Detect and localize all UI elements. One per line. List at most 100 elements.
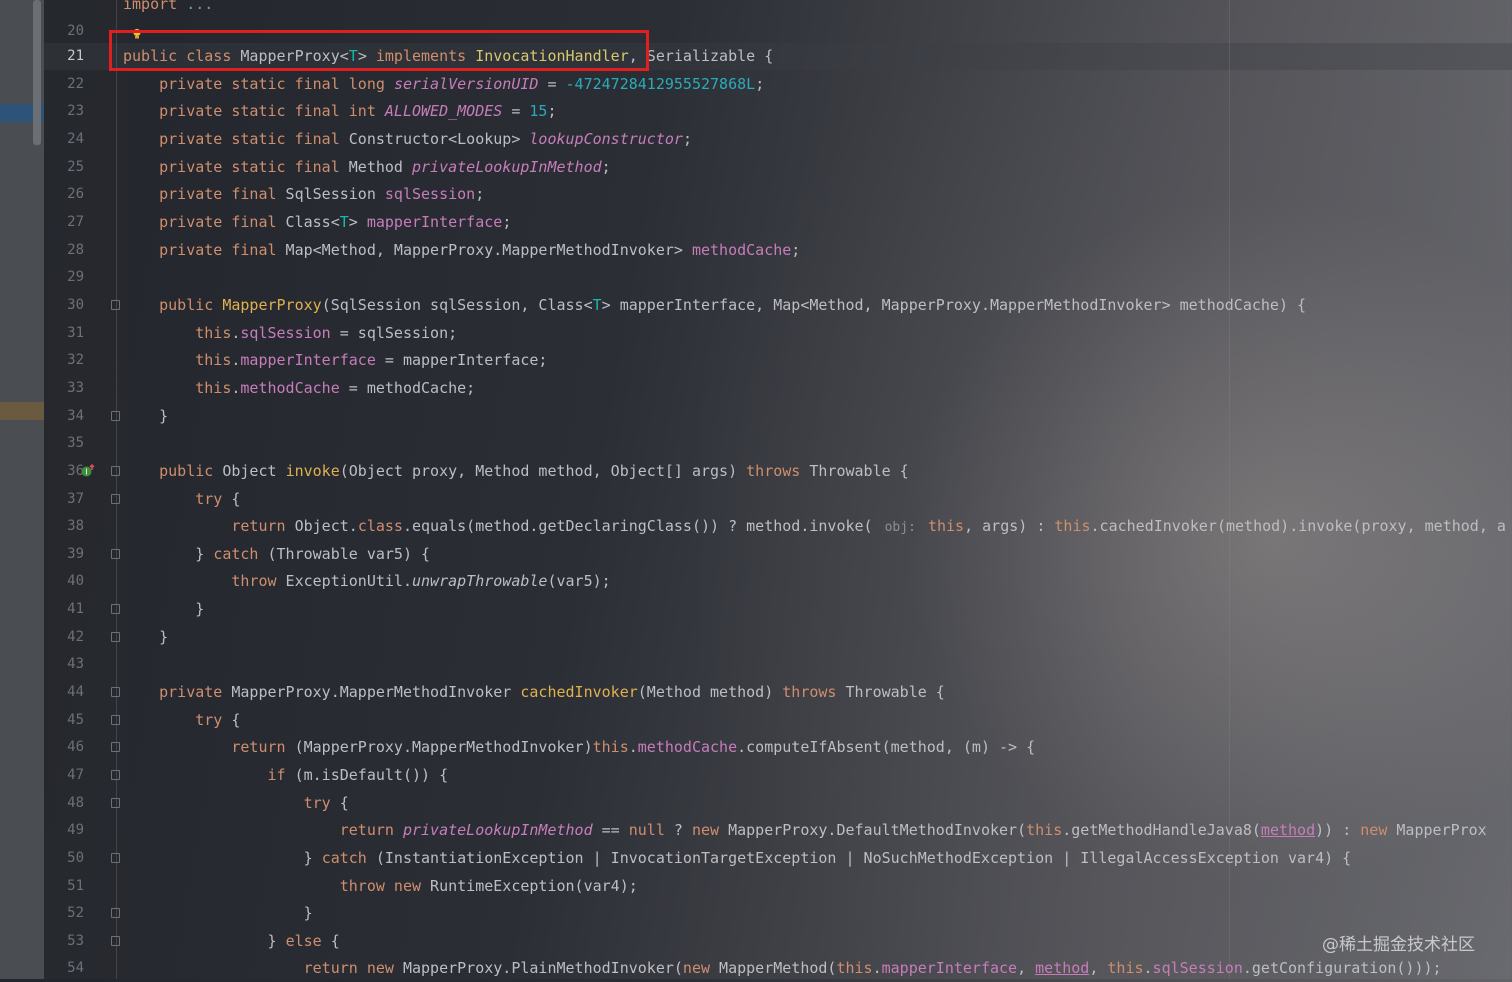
code-text[interactable]: } [123, 403, 168, 430]
code-line[interactable]: 37 try { [0, 486, 1512, 513]
code-line[interactable]: 51 throw new RuntimeException(var4); [0, 873, 1512, 900]
code-line[interactable]: 27 private final Class<T> mapperInterfac… [0, 209, 1512, 236]
code-line[interactable]: 38 return Object.class.equals(method.get… [0, 513, 1512, 540]
code-line[interactable]: 20 [0, 18, 1512, 45]
code-line[interactable]: 43 [0, 651, 1512, 678]
code-line[interactable]: 39 } catch (Throwable var5) { [0, 541, 1512, 568]
code-text[interactable]: public MapperProxy(SqlSession sqlSession… [123, 292, 1306, 319]
code-text[interactable]: try { [123, 707, 240, 734]
fold-marker-icon[interactable] [111, 466, 120, 476]
code-line[interactable]: 23 private static final int ALLOWED_MODE… [0, 98, 1512, 125]
code-line[interactable]: 48 try { [0, 790, 1512, 817]
line-number[interactable]: 54 [44, 955, 84, 982]
line-number[interactable]: 43 [44, 651, 84, 678]
code-text[interactable]: try { [123, 486, 240, 513]
line-number[interactable]: 42 [44, 624, 84, 651]
code-text[interactable]: public class MapperProxy<T> implements I… [123, 43, 773, 70]
code-text[interactable]: } [123, 900, 313, 927]
code-text[interactable]: throw ExceptionUtil.unwrapThrowable(var5… [123, 568, 610, 595]
line-number[interactable]: 39 [44, 541, 84, 568]
fold-marker-icon[interactable] [111, 853, 120, 863]
code-text[interactable]: } else { [123, 928, 339, 955]
code-line[interactable]: 22 private static final long serialVersi… [0, 71, 1512, 98]
line-number[interactable]: 30 [44, 292, 84, 319]
line-number[interactable]: 35 [44, 430, 84, 457]
code-text[interactable]: private MapperProxy.MapperMethodInvoker … [123, 679, 945, 706]
fold-marker-icon[interactable] [111, 632, 120, 642]
line-number[interactable]: 22 [44, 71, 84, 98]
code-line[interactable]: 28 private final Map<Method, MapperProxy… [0, 237, 1512, 264]
code-text[interactable]: return Object.class.equals(method.getDec… [123, 513, 1506, 541]
code-line[interactable]: 26 private final SqlSession sqlSession; [0, 181, 1512, 208]
fold-marker-icon[interactable] [111, 908, 120, 918]
line-number[interactable]: 31 [44, 320, 84, 347]
fold-marker-icon[interactable] [111, 715, 120, 725]
code-text[interactable]: import ... [123, 0, 213, 18]
code-text[interactable]: private static final long serialVersionU… [123, 71, 764, 98]
line-number[interactable]: 23 [44, 98, 84, 125]
line-number[interactable]: 33 [44, 375, 84, 402]
code-line[interactable]: 30 public MapperProxy(SqlSession sqlSess… [0, 292, 1512, 319]
line-number[interactable]: 53 [44, 928, 84, 955]
line-number[interactable]: 36 [44, 458, 84, 485]
line-number[interactable]: 49 [44, 817, 84, 844]
fold-marker-icon[interactable] [111, 742, 120, 752]
code-line[interactable]: 50 } catch (InstantiationException | Inv… [0, 845, 1512, 872]
code-line[interactable]: 32 this.mapperInterface = mapperInterfac… [0, 347, 1512, 374]
code-line[interactable]: 54 return new MapperProxy.PlainMethodInv… [0, 955, 1512, 982]
code-line[interactable]: 47 if (m.isDefault()) { [0, 762, 1512, 789]
fold-marker-icon[interactable] [111, 300, 120, 310]
code-text[interactable]: try { [123, 790, 349, 817]
code-line[interactable]: 33 this.methodCache = methodCache; [0, 375, 1512, 402]
fold-marker-icon[interactable] [111, 411, 120, 421]
fold-marker-icon[interactable] [111, 494, 120, 504]
line-number[interactable]: 52 [44, 900, 84, 927]
fold-marker-icon[interactable] [111, 687, 120, 697]
line-number[interactable]: 38 [44, 513, 84, 540]
code-text[interactable]: } [123, 624, 168, 651]
code-text[interactable]: } catch (InstantiationException | Invoca… [123, 845, 1352, 872]
code-text[interactable]: if (m.isDefault()) { [123, 762, 449, 789]
line-number[interactable]: 29 [44, 264, 84, 291]
code-text[interactable]: return new MapperProxy.PlainMethodInvoke… [123, 955, 1442, 982]
code-line[interactable]: 49 return privateLookupInMethod == null … [0, 817, 1512, 844]
code-text[interactable]: this.mapperInterface = mapperInterface; [123, 347, 547, 374]
line-number[interactable]: 41 [44, 596, 84, 623]
code-line[interactable]: 45 try { [0, 707, 1512, 734]
code-line[interactable]: 25 private static final Method privateLo… [0, 154, 1512, 181]
code-line[interactable]: 35 [0, 430, 1512, 457]
code-text[interactable]: private final Class<T> mapperInterface; [123, 209, 511, 236]
line-number[interactable]: 24 [44, 126, 84, 153]
line-number[interactable]: 46 [44, 734, 84, 761]
line-number[interactable]: 28 [44, 237, 84, 264]
fold-marker-icon[interactable] [111, 798, 120, 808]
code-line[interactable]: 31 this.sqlSession = sqlSession; [0, 320, 1512, 347]
line-number[interactable]: 20 [44, 18, 84, 45]
implements-method-icon[interactable]: I [80, 463, 96, 479]
code-text[interactable]: public Object invoke(Object proxy, Metho… [123, 458, 909, 485]
code-text[interactable]: private static final int ALLOWED_MODES =… [123, 98, 556, 125]
code-text[interactable]: } catch (Throwable var5) { [123, 541, 430, 568]
line-number[interactable]: 40 [44, 568, 84, 595]
code-text[interactable]: this.sqlSession = sqlSession; [123, 320, 457, 347]
fold-marker-icon[interactable] [111, 604, 120, 614]
code-line[interactable]: 41 } [0, 596, 1512, 623]
line-number[interactable]: 26 [44, 181, 84, 208]
code-line[interactable]: 21 public class MapperProxy<T> implements… [0, 43, 1512, 70]
code-text[interactable]: private static final Constructor<Lookup>… [123, 126, 692, 153]
code-line[interactable]: 34 } [0, 403, 1512, 430]
fold-marker-icon[interactable] [111, 770, 120, 780]
code-line[interactable]: 44 private MapperProxy.MapperMethodInvok… [0, 679, 1512, 706]
code-text[interactable]: throw new RuntimeException(var4); [123, 873, 638, 900]
code-line[interactable]: 42 } [0, 624, 1512, 651]
code-line[interactable]: 53 } else { [0, 928, 1512, 955]
line-number[interactable]: 21 [44, 43, 84, 70]
code-text[interactable]: return (MapperProxy.MapperMethodInvoker)… [123, 734, 1035, 761]
code-line[interactable]: 52 } [0, 900, 1512, 927]
line-number[interactable]: 34 [44, 403, 84, 430]
code-text[interactable]: this.methodCache = methodCache; [123, 375, 475, 402]
line-number[interactable]: 44 [44, 679, 84, 706]
line-number[interactable]: 25 [44, 154, 84, 181]
line-number[interactable]: 47 [44, 762, 84, 789]
code-text[interactable]: private final SqlSession sqlSession; [123, 181, 484, 208]
